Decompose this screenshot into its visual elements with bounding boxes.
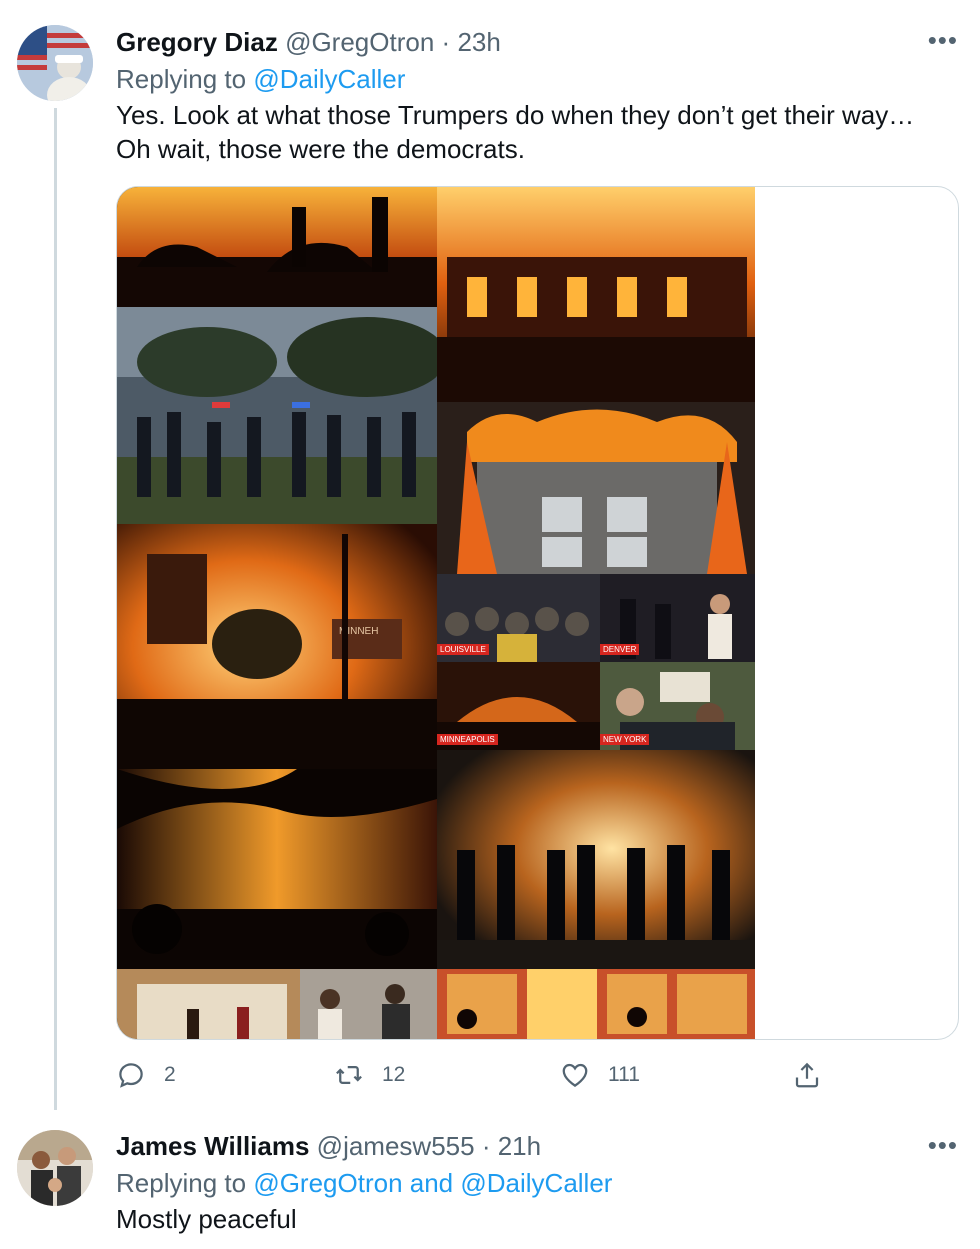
tweet-text-line: Mostly peaceful: [116, 1204, 297, 1234]
tweet-actions: 2 12 111: [116, 1060, 856, 1096]
retweet-count: 12: [382, 1063, 406, 1086]
tweet-text-line: Oh wait, those were the democrats.: [116, 134, 525, 164]
collage-photo-new-york: NEW YORK: [600, 662, 755, 750]
city-label: DENVER: [600, 644, 640, 655]
collage-photo-storefront: [117, 969, 300, 1039]
collage-photo-police-line: [437, 750, 755, 969]
author-name[interactable]: Gregory Diaz: [116, 27, 278, 57]
collage-photo-denver: DENVER: [600, 574, 755, 662]
collage-photo-louisville: LOUISVILLE: [437, 574, 600, 662]
share-icon: [795, 1062, 819, 1088]
tweet-header: James Williams @jamesw555 · 21h: [116, 1130, 541, 1162]
retweet-button[interactable]: 12: [334, 1060, 405, 1090]
collage-photo-looting: [437, 969, 755, 1039]
tweet-text: Mostly peaceful: [116, 1202, 297, 1236]
tweet-text-line: Yes. Look at what those Trumpers do when…: [116, 100, 915, 130]
tweet-header: Gregory Diaz @GregOtron · 23h: [116, 26, 501, 58]
like-button[interactable]: 111: [560, 1060, 640, 1090]
collage-photo-storefront-fire: [437, 402, 755, 574]
mention-link[interactable]: @DailyCaller: [253, 64, 405, 94]
retweet-icon: [336, 1066, 362, 1084]
photo-collage[interactable]: MINNEH LOUISVILLE DENVER MINNEAPOLIS NEW…: [117, 187, 755, 1039]
collage-photo-riot-police: [117, 307, 437, 524]
author-handle[interactable]: @GregOtron: [285, 27, 434, 57]
collage-photo-minneapolis: MINNEAPOLIS: [437, 662, 600, 750]
collage-photo-burning-cars: [117, 187, 437, 307]
author-handle[interactable]: @jamesw555: [317, 1131, 475, 1161]
more-icon[interactable]: •••: [928, 27, 958, 53]
tweet[interactable]: Gregory Diaz @GregOtron · 23h ••• Replyi…: [0, 0, 980, 1110]
timestamp[interactable]: 21h: [498, 1131, 541, 1161]
reply-icon: [119, 1063, 143, 1088]
reply-button[interactable]: 2: [116, 1060, 176, 1090]
collage-photo-building-fire: [117, 769, 437, 969]
avatar[interactable]: [17, 1130, 93, 1206]
like-count: 111: [608, 1063, 640, 1086]
city-label: NEW YORK: [600, 734, 650, 745]
separator: ·: [441, 27, 451, 57]
collage-photo-burning-building: [437, 187, 755, 402]
city-label: MINNEAPOLIS: [437, 734, 498, 745]
mention-link[interactable]: @GregOtron and @DailyCaller: [253, 1168, 612, 1198]
author-name[interactable]: James Williams: [116, 1131, 309, 1161]
replying-to: Replying to @GregOtron and @DailyCaller: [116, 1167, 612, 1199]
avatar[interactable]: [17, 25, 93, 101]
replying-prefix: Replying to: [116, 1168, 247, 1198]
more-icon[interactable]: •••: [928, 1132, 958, 1158]
reply-count: 2: [164, 1063, 176, 1086]
tweet[interactable]: James Williams @jamesw555 · 21h ••• Repl…: [0, 1110, 980, 1249]
tweet-text: Yes. Look at what those Trumpers do when…: [116, 98, 914, 166]
timestamp[interactable]: 23h: [457, 27, 500, 57]
collage-photo-crowd: [300, 969, 437, 1039]
city-label: LOUISVILLE: [437, 644, 489, 655]
heart-icon: [562, 1063, 588, 1087]
replying-prefix: Replying to: [116, 64, 247, 94]
collage-photo-minneapolis-fire: MINNEH: [117, 524, 437, 769]
thread-line: [54, 108, 57, 1110]
media-card[interactable]: MINNEH LOUISVILLE DENVER MINNEAPOLIS NEW…: [116, 186, 959, 1040]
separator: ·: [481, 1131, 491, 1161]
replying-to: Replying to @DailyCaller: [116, 63, 405, 95]
share-button[interactable]: [792, 1060, 822, 1090]
